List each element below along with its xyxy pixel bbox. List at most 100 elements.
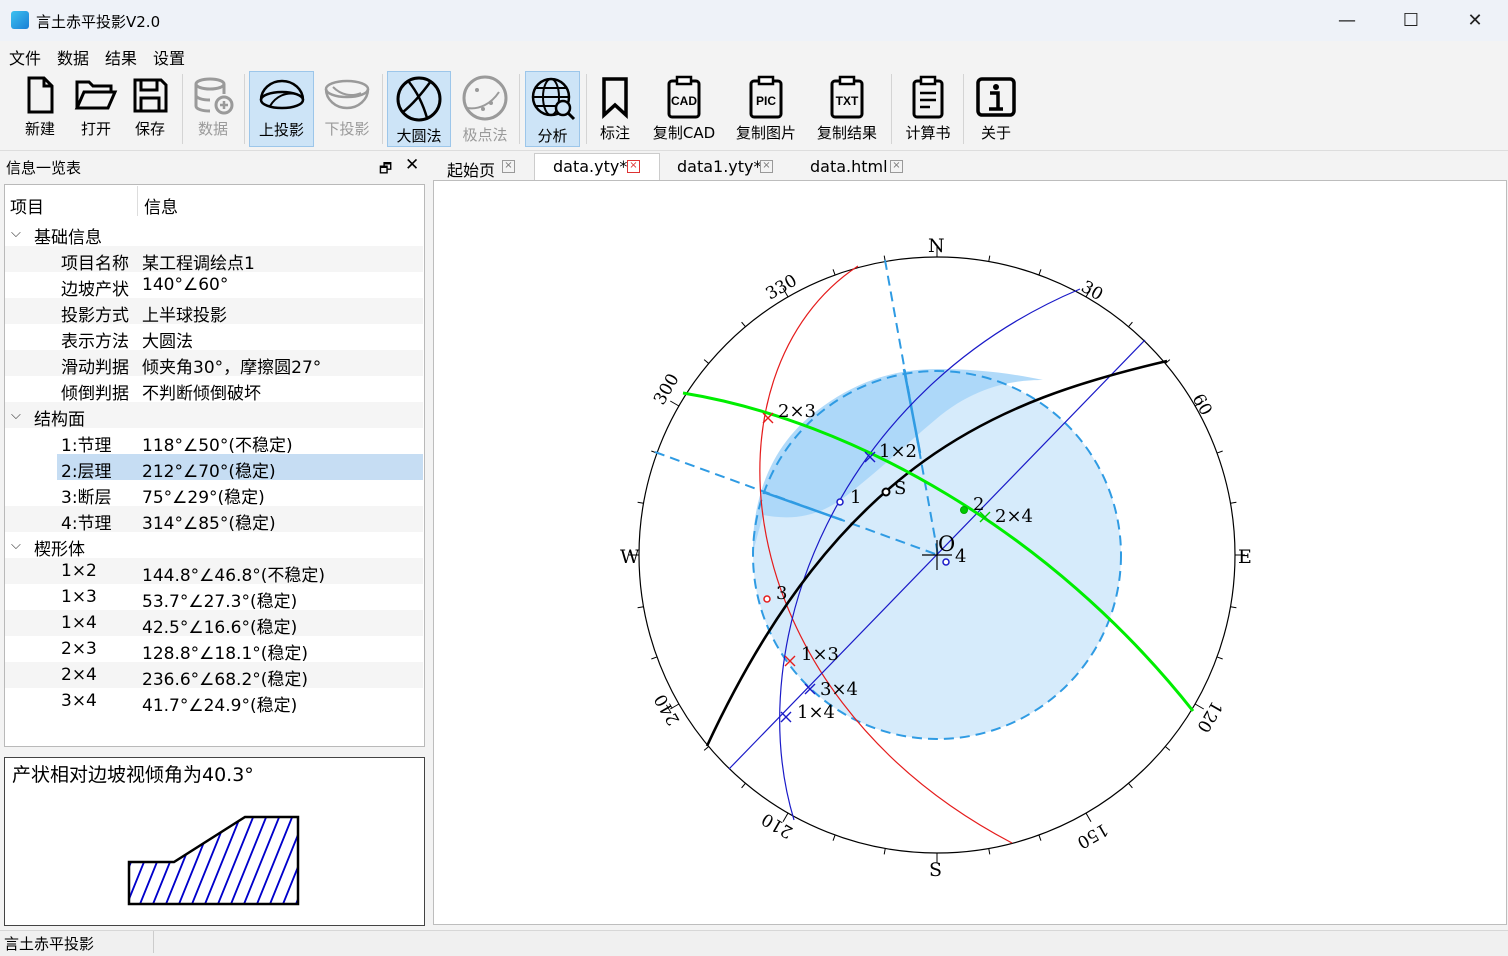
svg-text:TXT: TXT — [836, 94, 859, 108]
group-structural-planes[interactable]: 结构面 — [34, 405, 85, 430]
lower-projection-label: 下投影 — [324, 120, 370, 138]
upper-hemisphere-icon — [259, 79, 304, 110]
degree-tick — [703, 746, 710, 751]
group-basic-info[interactable]: 基础信息 — [34, 223, 102, 248]
folder-open-icon — [74, 80, 118, 110]
lower-projection-button[interactable]: 下投影 — [318, 71, 376, 147]
row-value: 144.8°∠46.8°(不稳定) — [142, 566, 326, 586]
panel-title: 信息一览表 — [6, 159, 82, 177]
pole-3 — [763, 595, 771, 603]
plane-label: 3 — [776, 583, 787, 604]
mark-label: 标注 — [599, 124, 630, 142]
column-header-info[interactable]: 信息 — [144, 193, 178, 218]
intersection-label: 2×3 — [778, 401, 816, 422]
save-button[interactable]: 保存 — [127, 71, 173, 147]
status-text: 言土赤平投影 — [4, 935, 95, 953]
new-label: 新建 — [24, 120, 55, 138]
degree-tick — [741, 782, 746, 789]
row-value: 314°∠85°(稳定) — [142, 514, 276, 534]
degree-tick — [1128, 782, 1133, 789]
chevron-down-icon[interactable]: ⌵ — [11, 538, 21, 553]
close-panel-icon[interactable]: ✕ — [405, 155, 419, 175]
about-button[interactable]: 关于 — [970, 71, 1022, 147]
tab-label: data.yty* — [553, 157, 628, 176]
tab-data-html[interactable]: data.html × — [792, 153, 920, 180]
great-circle-label: 大圆法 — [396, 127, 442, 145]
row-key: 项目名称 — [61, 254, 129, 274]
slope-profile-icon — [127, 815, 300, 906]
copy-result-button[interactable]: TXT 复制结果 — [811, 71, 883, 147]
great-circle-button[interactable]: 大圆法 — [387, 71, 451, 147]
menu-data[interactable]: 数据 — [57, 45, 89, 69]
tab-start-page[interactable]: 起始页 × — [436, 153, 532, 180]
row-value: 上半球投影 — [142, 306, 227, 326]
degree-tick — [1216, 450, 1223, 454]
row-key: 3×4 — [61, 691, 97, 711]
toolbar-separator — [586, 74, 587, 144]
close-tab-icon[interactable]: × — [627, 160, 640, 173]
column-divider — [137, 186, 138, 216]
degree-tick — [1216, 656, 1223, 660]
row-value: 75°∠29°(稳定) — [142, 488, 265, 508]
float-panel-icon[interactable]: 🗗 — [379, 158, 392, 182]
degree-label: 210 — [758, 808, 796, 842]
new-button[interactable]: 新建 — [16, 71, 64, 147]
pole-method-label: 极点法 — [462, 126, 508, 144]
degree-tick — [637, 606, 644, 609]
stereonet[interactable]: N E S W O 30 60 120 150 210 240 300 330 … — [433, 180, 1507, 925]
calculation-book-button[interactable]: 计算书 — [900, 71, 956, 147]
save-label: 保存 — [134, 120, 165, 138]
column-header-item[interactable]: 项目 — [10, 193, 44, 218]
upper-projection-button[interactable]: 上投影 — [249, 71, 314, 147]
chevron-down-icon[interactable]: ⌵ — [11, 226, 21, 241]
close-tab-icon[interactable]: × — [760, 160, 773, 173]
svg-text:CAD: CAD — [671, 94, 697, 108]
tab-label: data1.yty* — [677, 157, 762, 176]
mark-button[interactable]: 标注 — [592, 71, 638, 147]
clipboard-list-icon — [912, 75, 944, 119]
degree-tick — [670, 400, 680, 407]
row-value: 53.7°∠27.3°(稳定) — [142, 592, 298, 612]
chevron-down-icon[interactable]: ⌵ — [11, 408, 21, 423]
degree-label: 60 — [1188, 391, 1216, 420]
menu-result[interactable]: 结果 — [105, 45, 137, 69]
tab-data1-yty[interactable]: data1.yty* × — [662, 153, 790, 180]
degree-tick — [1194, 703, 1204, 710]
degree-label: 30 — [1078, 277, 1107, 305]
tab-label: data.html — [810, 157, 888, 176]
row-value: 大圆法 — [142, 332, 193, 352]
open-button[interactable]: 打开 — [71, 71, 121, 147]
degree-label: 300 — [650, 370, 684, 408]
row-key: 2×4 — [61, 665, 97, 685]
degree-tick — [1230, 501, 1237, 504]
pole-method-button[interactable]: 极点法 — [456, 71, 514, 147]
row-key: 边坡产状 — [61, 280, 129, 300]
degree-label: 150 — [1073, 819, 1111, 853]
upper-projection-label: 上投影 — [258, 121, 304, 139]
about-label: 关于 — [980, 124, 1011, 142]
close-tab-icon[interactable]: × — [890, 160, 903, 173]
group-wedges[interactable]: 楔形体 — [34, 535, 85, 560]
menu-file[interactable]: 文件 — [9, 45, 41, 69]
row-key: 倾倒判据 — [61, 384, 129, 404]
analyze-button[interactable]: 分析 — [525, 71, 580, 147]
copy-cad-label: 复制CAD — [652, 124, 716, 142]
copy-picture-button[interactable]: PIC 复制图片 — [730, 71, 802, 147]
slope-pole — [881, 487, 891, 497]
window-title: 言土赤平投影V2.0 — [36, 13, 161, 31]
degree-tick — [988, 255, 991, 262]
tab-data-yty[interactable]: data.yty* × — [534, 153, 660, 180]
maximize-button[interactable]: ☐ — [1398, 8, 1424, 34]
svg-text:PIC: PIC — [756, 94, 776, 108]
close-button[interactable]: ✕ — [1462, 8, 1488, 34]
menu-settings[interactable]: 设置 — [153, 45, 185, 69]
row-value: 41.7°∠24.9°(稳定) — [142, 696, 298, 716]
minimize-button[interactable]: — — [1334, 8, 1360, 34]
intersection-label: 1×2 — [879, 441, 917, 462]
degree-tick — [741, 321, 746, 328]
copy-cad-button[interactable]: CAD 复制CAD — [648, 71, 720, 147]
data-button[interactable]: 数据 — [188, 71, 238, 147]
close-tab-icon[interactable]: × — [502, 160, 515, 173]
row-key: 投影方式 — [61, 306, 129, 326]
row-key: 3:断层 — [61, 488, 112, 508]
